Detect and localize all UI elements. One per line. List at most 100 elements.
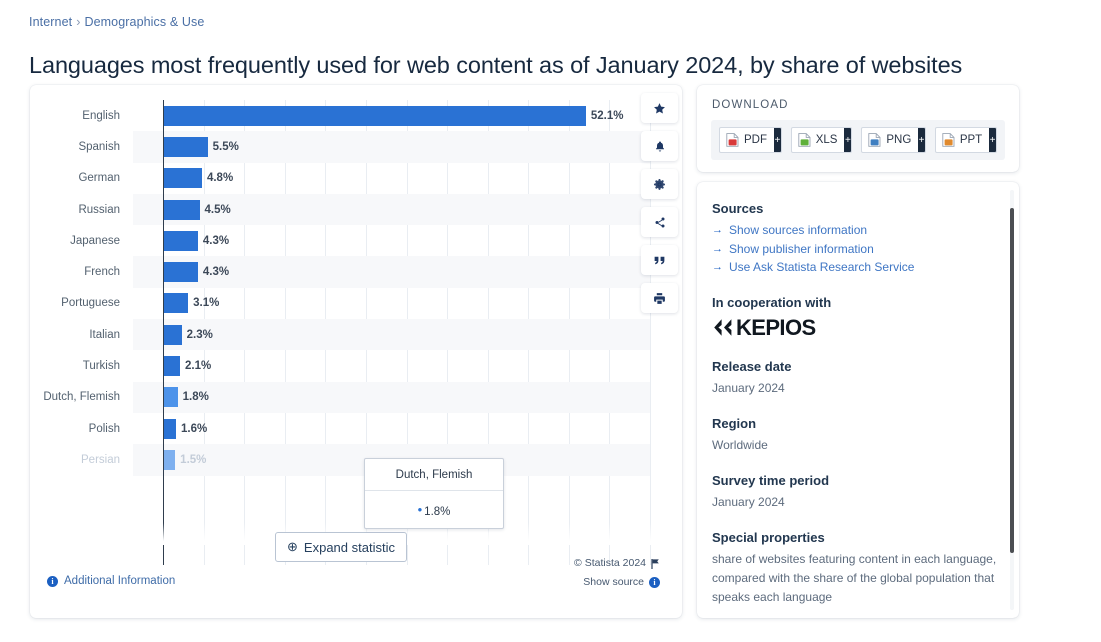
- download-options-plus[interactable]: +: [844, 128, 852, 152]
- bar-value-label: 4.3%: [202, 234, 230, 247]
- bar[interactable]: [163, 293, 189, 314]
- bar[interactable]: [163, 262, 198, 283]
- bar-value-label: 1.6%: [180, 422, 208, 435]
- notification-bell-icon[interactable]: [641, 131, 678, 161]
- metadata-content: Sources → Show sources information → Show p…: [697, 182, 1019, 618]
- download-options-plus[interactable]: +: [918, 128, 925, 152]
- metadata-card: Sources → Show sources information → Show p…: [697, 182, 1019, 618]
- expand-statistic-button[interactable]: ⊕ Expand statistic: [275, 532, 407, 562]
- additional-information-label: Additional Information: [64, 575, 176, 587]
- show-source-label: Show source: [583, 576, 644, 588]
- bar-row[interactable]: Polish 1.6%: [89, 413, 650, 444]
- double-chevron-left-icon: [714, 319, 732, 336]
- favorite-star-icon[interactable]: [641, 93, 678, 123]
- download-png-button[interactable]: PNG +: [861, 127, 926, 153]
- chart-tooltip: Dutch, Flemish • 1.8%: [364, 458, 504, 529]
- bar[interactable]: [163, 418, 176, 439]
- bar-value-label: 4.3%: [202, 266, 230, 279]
- copyright-row: © Statista 2024: [574, 554, 660, 573]
- download-xls-button[interactable]: XLS +: [790, 127, 853, 153]
- chart-footer-right: © Statista 2024 Show source i: [574, 554, 660, 592]
- chart-area: English 52.1% Spanish 5.5% German 4.8% Russian…: [30, 85, 682, 565]
- bar[interactable]: [163, 230, 198, 251]
- metadata-scrollbar-thumb[interactable]: [1010, 208, 1014, 553]
- bar-row[interactable]: French 4.3%: [84, 256, 650, 288]
- metadata-value: share of websites featuring content in e…: [712, 551, 997, 604]
- download-pdf-button[interactable]: PDF +: [719, 127, 782, 153]
- bar-value-label: 4.5%: [204, 203, 231, 216]
- source-link-label: Show sources information: [729, 223, 868, 237]
- bar-value-label: 3.1%: [193, 297, 220, 310]
- download-options-plus[interactable]: +: [774, 128, 781, 152]
- breadcrumb-parent[interactable]: Internet: [29, 15, 72, 29]
- bar-category-label: Polish: [88, 422, 120, 435]
- tooltip-bullet-icon: •: [417, 502, 423, 517]
- side-column: DOWNLOAD PDF + XLS + PNG + PPT + Sources → Show …: [697, 85, 1019, 618]
- bar[interactable]: [163, 356, 181, 377]
- bar-row[interactable]: English 52.1%: [82, 100, 650, 131]
- bar[interactable]: [163, 136, 208, 157]
- metadata-heading: Special properties: [712, 529, 825, 545]
- bar-category-label: German: [78, 172, 120, 185]
- sources-links: → Show sources information → Show publisher…: [712, 221, 997, 277]
- tooltip-value-row: • 1.8%: [365, 491, 503, 528]
- kepios-name: KEPIOS: [736, 314, 816, 340]
- bar-value-label: 1.8%: [182, 391, 209, 404]
- bar-row[interactable]: Japanese 4.3%: [70, 225, 650, 256]
- ppt-file-icon: [942, 133, 955, 147]
- metadata-value: January 2024: [712, 380, 785, 395]
- bar-category-label: Russian: [78, 203, 120, 216]
- chart-axis-line: [163, 100, 164, 565]
- bar[interactable]: [163, 199, 200, 220]
- bar-row[interactable]: Russian 4.5%: [78, 193, 650, 226]
- download-heading: DOWNLOAD: [712, 99, 789, 111]
- metadata-heading: Survey time period: [712, 472, 830, 488]
- additional-information-link[interactable]: i Additional Information: [47, 575, 175, 587]
- source-link-label: Use Ask Statista Research Service: [729, 260, 915, 274]
- xls-file-icon: [798, 133, 811, 147]
- bar-value-label: 52.1%: [590, 109, 624, 122]
- download-ppt-button[interactable]: PPT +: [934, 127, 997, 153]
- bar-category-label: Persian: [81, 453, 120, 466]
- arrow-right-icon: →: [712, 224, 723, 236]
- statista-statistic-page: Internet › Demographics & Use Languages mo…: [0, 0, 1101, 642]
- breadcrumb: Internet › Demographics & Use: [29, 15, 204, 29]
- plus-circle-icon: ⊕: [287, 539, 298, 554]
- bar-row[interactable]: Italian 2.3%: [89, 319, 650, 351]
- bar-value-label: 1.5%: [180, 453, 207, 466]
- source-link[interactable]: → Use Ask Statista Research Service: [712, 258, 997, 277]
- sources-heading: Sources: [712, 201, 764, 216]
- arrow-right-icon: →: [712, 242, 723, 255]
- copyright-label: © Statista 2024: [574, 557, 646, 569]
- bar[interactable]: [163, 324, 182, 345]
- bar[interactable]: [163, 449, 176, 470]
- citation-quote-icon[interactable]: [641, 245, 678, 275]
- chart-panel: English 52.1% Spanish 5.5% German 4.8% Russian…: [30, 85, 682, 618]
- bar-value-label: 4.8%: [206, 172, 234, 185]
- bar-category-label: French: [84, 266, 120, 279]
- settings-gear-icon[interactable]: [641, 169, 678, 199]
- download-card: DOWNLOAD PDF + XLS + PNG + PPT +: [697, 85, 1019, 172]
- bar-value-label: 2.1%: [185, 360, 212, 373]
- kepios-logo: KEPIOS: [712, 315, 997, 341]
- bar-row[interactable]: Turkish 2.1%: [83, 350, 650, 381]
- tooltip-value: 1.8%: [424, 506, 451, 518]
- bar[interactable]: [163, 387, 178, 408]
- bar-category-label: Italian: [89, 328, 120, 341]
- download-options-plus[interactable]: +: [989, 128, 996, 152]
- show-source-info-icon[interactable]: i: [649, 577, 660, 588]
- show-source-row[interactable]: Show source i: [574, 573, 660, 592]
- print-icon[interactable]: [641, 283, 678, 313]
- bar-row[interactable]: Dutch, Flemish 1.8%: [43, 381, 650, 413]
- bar-row[interactable]: Spanish 5.5%: [78, 131, 650, 163]
- source-link[interactable]: → Show sources information: [712, 221, 997, 240]
- bar-value-label: 5.5%: [212, 140, 239, 153]
- source-link[interactable]: → Show publisher information: [712, 240, 997, 259]
- download-format-label: XLS: [815, 134, 838, 146]
- bar-row[interactable]: German 4.8%: [78, 163, 650, 194]
- bar[interactable]: [163, 168, 202, 189]
- breadcrumb-child[interactable]: Demographics & Use: [84, 15, 204, 29]
- bar-row[interactable]: Portuguese 3.1%: [61, 288, 650, 319]
- share-icon[interactable]: [641, 207, 678, 237]
- bar[interactable]: [163, 105, 586, 126]
